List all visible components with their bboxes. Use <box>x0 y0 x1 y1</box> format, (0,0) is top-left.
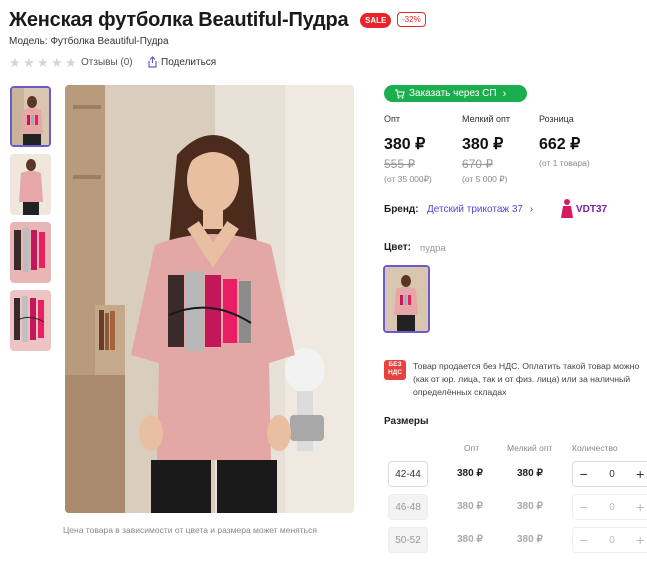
notice-line: определённых складах <box>413 387 507 397</box>
main-product-image[interactable] <box>65 85 354 513</box>
price-value: 380 ₽ <box>462 136 504 153</box>
thumbnail-2[interactable] <box>10 154 51 215</box>
product-photo <box>65 85 354 513</box>
plus-icon[interactable]: + <box>630 466 647 482</box>
column-header-opt: Опт <box>464 443 480 453</box>
price-note: (от 5 000 ₽) <box>462 174 508 184</box>
thumbnail-image <box>10 154 51 215</box>
share-icon[interactable] <box>147 56 158 68</box>
price-old: 670 ₽ <box>462 157 493 171</box>
quantity-value[interactable]: 0 <box>594 469 629 480</box>
column-header-qty: Количество <box>572 443 618 453</box>
no-vat-icon-line2: НДС <box>387 369 403 376</box>
size-price-small-opt: 380 ₽ <box>517 468 543 479</box>
price-small-opt: Мелкий опт 380 ₽ 670 ₽ (от 5 000 ₽) <box>462 114 510 185</box>
size-price-opt: 380 ₽ <box>457 468 483 479</box>
price-note: (от 35 000₽) <box>384 174 432 184</box>
color-label: Цвет: <box>384 242 411 253</box>
star-icon: ★ <box>65 55 77 70</box>
price-value: 662 ₽ <box>539 136 581 153</box>
order-via-sp-button[interactable]: Заказать через СП › <box>384 85 527 102</box>
notice-line: (как от юр. лица, так и от физ. лица) ил… <box>413 374 631 384</box>
thumbnail-image <box>12 88 49 145</box>
quantity-value[interactable]: 0 <box>594 502 629 513</box>
quantity-value[interactable]: 0 <box>594 535 629 546</box>
price-old: 555 ₽ <box>384 157 415 171</box>
star-icon: ★ <box>51 55 63 70</box>
thumbnail-4[interactable] <box>10 290 51 351</box>
brand-label: Бренд: <box>384 204 419 215</box>
brand-logo-figure <box>561 199 573 218</box>
plus-icon[interactable]: + <box>630 532 647 548</box>
sizes-title: Размеры <box>384 416 429 427</box>
column-header-small-opt: Мелкий опт <box>507 443 553 453</box>
no-vat-notice: Товар продается без НДС. Оплатить такой … <box>413 360 647 399</box>
notice-line: Товар продается без НДС. Оплатить такой … <box>413 361 640 371</box>
thumbnail-image <box>10 222 51 283</box>
no-vat-icon-line1: БЕЗ <box>388 361 402 368</box>
price-opt: Опт 380 ₽ 555 ₽ (от 35 000₽) <box>384 114 432 185</box>
discount-badge: -32% <box>397 12 426 27</box>
no-vat-icon: БЕЗ НДС <box>384 360 406 380</box>
minus-icon[interactable]: − <box>573 532 594 548</box>
size-option[interactable]: 42-44 <box>388 461 428 487</box>
quantity-stepper: − 0 + <box>572 527 647 553</box>
thumbnail-3[interactable] <box>10 222 51 283</box>
chevron-right-icon: › <box>502 87 507 100</box>
price-retail: Розница 662 ₽ (от 1 товара) <box>539 114 590 168</box>
star-icon: ★ <box>9 55 21 70</box>
quantity-stepper: − 0 + <box>572 494 647 520</box>
size-option[interactable]: 46-48 <box>388 494 428 520</box>
size-row: 50-52 380 ₽ 380 ₽ − 0 + <box>384 527 647 557</box>
size-row: 46-48 380 ₽ 380 ₽ − 0 + <box>384 494 647 524</box>
price-note: (от 1 товара) <box>539 158 590 168</box>
reviews-link[interactable]: Отзывы (0) <box>81 57 133 68</box>
image-caption: Цена товара в зависимости от цвета и раз… <box>63 525 317 535</box>
size-price-small-opt: 380 ₽ <box>517 534 543 545</box>
minus-icon[interactable]: − <box>573 466 594 482</box>
size-price-opt: 380 ₽ <box>457 534 483 545</box>
size-price-small-opt: 380 ₽ <box>517 501 543 512</box>
size-row: 42-44 380 ₽ 380 ₽ − 0 + <box>384 461 647 491</box>
price-header: Мелкий опт <box>462 114 511 124</box>
swatch-image <box>385 267 428 331</box>
star-icon: ★ <box>23 55 35 70</box>
brand-logo-text: VDT37 <box>576 204 608 215</box>
rating-stars[interactable]: ★ ★ ★ ★ ★ <box>9 56 78 69</box>
plus-icon[interactable]: + <box>630 499 647 515</box>
sp-button-label: Заказать через СП <box>409 88 497 99</box>
brand-link[interactable]: Детский трикотаж 37 › <box>427 204 533 215</box>
size-price-opt: 380 ₽ <box>457 501 483 512</box>
price-value: 380 ₽ <box>384 136 426 153</box>
product-title: Женская футболка Beautiful-Пудра <box>9 9 349 31</box>
color-swatch-selected[interactable] <box>383 265 430 333</box>
sale-badge: SALE <box>360 13 392 28</box>
size-option[interactable]: 50-52 <box>388 527 428 553</box>
thumbnail-1[interactable] <box>10 86 51 147</box>
model-name: Модель: Футболка Beautiful-Пудра <box>9 36 169 47</box>
cart-icon <box>395 89 405 99</box>
brand-name: Детский трикотаж 37 <box>427 204 523 215</box>
price-header: Опт <box>384 114 400 124</box>
share-link[interactable]: Поделиться <box>161 57 216 68</box>
thumbnail-image <box>10 290 51 351</box>
star-icon: ★ <box>37 55 49 70</box>
brand-logo[interactable]: VDT37 <box>560 196 608 222</box>
chevron-right-icon: › <box>529 204 534 215</box>
minus-icon[interactable]: − <box>573 499 594 515</box>
price-header: Розница <box>539 114 574 124</box>
color-value: пудра <box>420 243 446 254</box>
quantity-stepper: − 0 + <box>572 461 647 487</box>
